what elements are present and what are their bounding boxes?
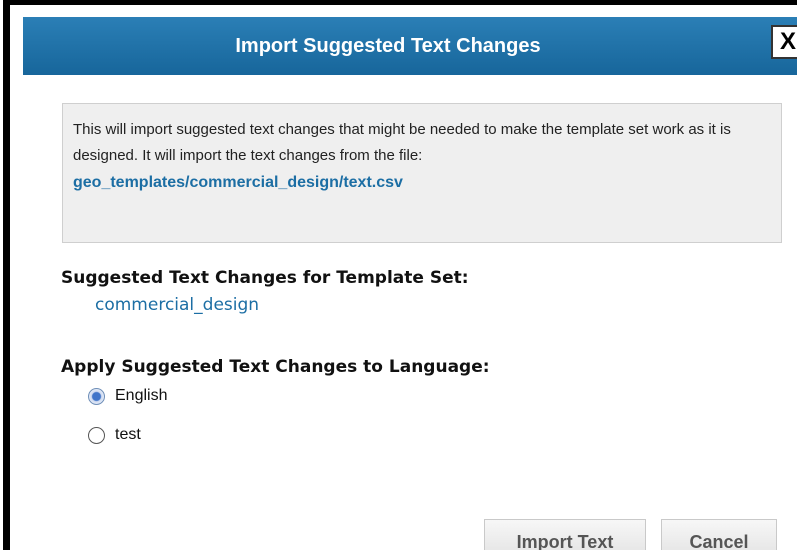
template-set-name: commercial_design — [95, 295, 260, 315]
template-set-heading: Suggested Text Changes for Template Set: — [61, 268, 469, 288]
info-text: This will import suggested text changes … — [73, 121, 731, 164]
language-heading: Apply Suggested Text Changes to Language… — [61, 357, 490, 377]
radio-english[interactable] — [88, 387, 105, 405]
dialog-title: Import Suggested Text Changes — [235, 35, 541, 57]
language-label: test — [115, 426, 141, 443]
import-text-dialog: Import Suggested Text Changes X This wil… — [3, 0, 797, 550]
import-text-button[interactable]: Import Text — [484, 519, 646, 550]
language-option-english[interactable]: English — [88, 383, 167, 409]
dialog-titlebar[interactable]: Import Suggested Text Changes X — [23, 17, 797, 75]
language-option-test[interactable]: test — [88, 422, 141, 448]
close-icon: X — [779, 28, 796, 55]
info-box: This will import suggested text changes … — [62, 103, 782, 243]
cancel-button[interactable]: Cancel — [661, 519, 777, 550]
radio-test[interactable] — [88, 426, 105, 444]
language-label: English — [115, 387, 168, 404]
close-button[interactable]: X — [771, 25, 797, 59]
file-path-link[interactable]: geo_templates/commercial_design/text.csv — [73, 171, 771, 195]
